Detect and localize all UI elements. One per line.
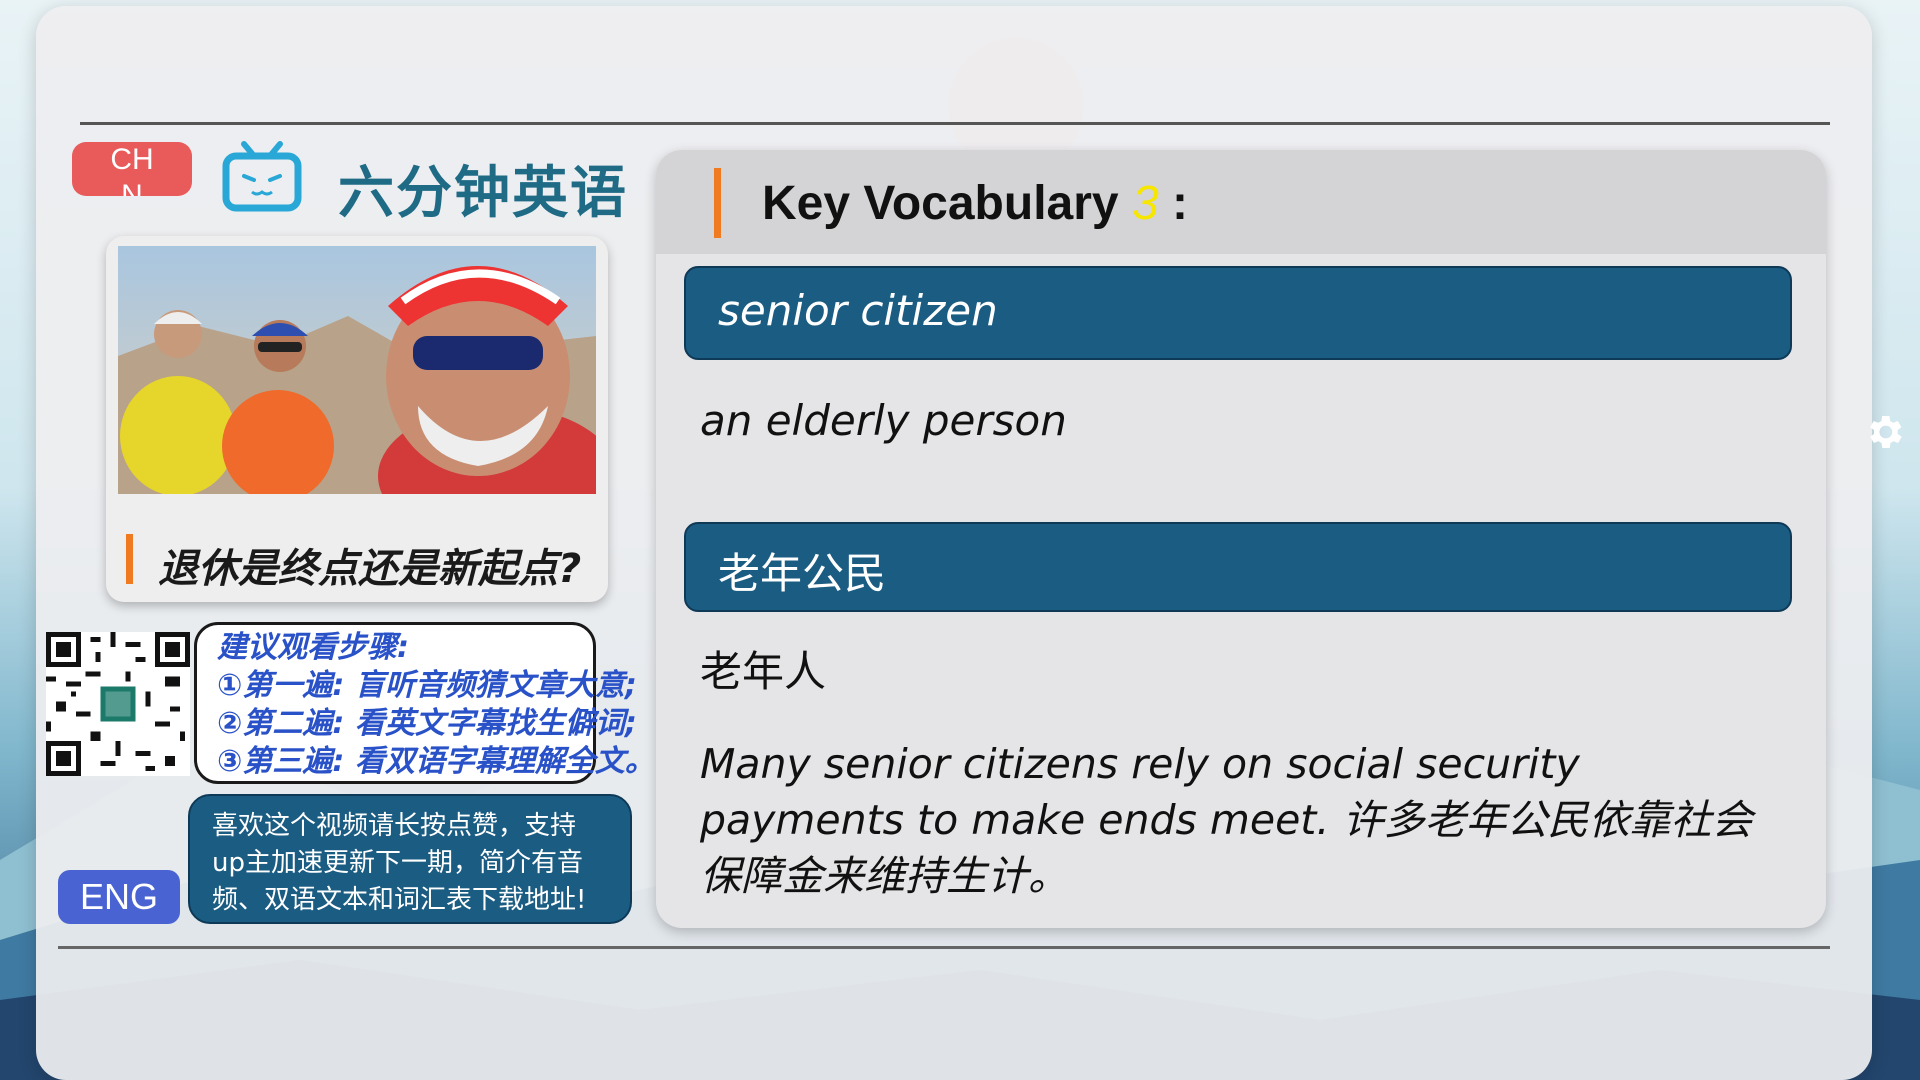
- viewing-steps-box: 建议观看步骤: ①第一遍: 盲听音频猜文章大意; ②第二遍: 看英文字幕找生僻词…: [194, 622, 655, 784]
- steps-line-2: ②第二遍: 看英文字幕找生僻词;: [217, 706, 637, 741]
- story-accent-bar: [126, 534, 133, 584]
- like-support-box: 喜欢这个视频请长按点赞，支持 up主加速更新下一期，简介有音 频、双语文本和词汇…: [188, 794, 632, 924]
- like-line-0: 喜欢这个视频请长按点赞，支持: [212, 811, 577, 841]
- term-chinese: 老年公民: [718, 549, 887, 598]
- vocabulary-number: 3: [1131, 177, 1159, 230]
- term-english-box: senior citizen: [684, 266, 1792, 360]
- brand-title: 六分钟英语: [338, 161, 628, 226]
- story-title: 退休是终点还是新起点?: [158, 546, 582, 592]
- tv-icon: [222, 141, 302, 212]
- qr-code[interactable]: [46, 632, 190, 776]
- steps-line-0: 建议观看步骤:: [217, 630, 409, 665]
- example-sentence: Many senior citizens rely on social secu…: [700, 740, 1753, 900]
- chn-button[interactable]: CHN: [72, 142, 192, 196]
- vocabulary-accent-bar: [714, 168, 721, 238]
- bottom-divider: [58, 946, 1830, 949]
- vocabulary-heading-text: Key Vocabulary: [762, 177, 1119, 230]
- eng-button[interactable]: ENG: [58, 870, 180, 924]
- definition-english: an elderly person: [700, 396, 1067, 445]
- like-line-1: up主加速更新下一期，简介有音: [212, 848, 583, 878]
- vocabulary-header: Key Vocabulary 3 :: [656, 150, 1826, 254]
- top-divider: [80, 122, 1830, 125]
- like-line-2: 频、双语文本和词汇表下载地址!: [212, 885, 587, 915]
- vocabulary-colon: :: [1172, 177, 1188, 230]
- cyclists-photo: [118, 246, 596, 494]
- vocabulary-heading: Key Vocabulary 3 :: [762, 176, 1188, 231]
- gear-icon[interactable]: [1862, 410, 1906, 454]
- steps-line-3: ③第三遍: 看双语字幕理解全文。: [217, 744, 655, 779]
- story-card[interactable]: 退休是终点还是新起点?: [106, 236, 608, 602]
- term-chinese-box: 老年公民: [684, 522, 1792, 612]
- definition-chinese: 老年人: [700, 647, 827, 696]
- vocabulary-panel: Key Vocabulary 3 : senior citizen an eld…: [656, 150, 1826, 928]
- steps-line-1: ①第一遍: 盲听音频猜文章大意;: [217, 668, 637, 703]
- term-english: senior citizen: [718, 286, 998, 335]
